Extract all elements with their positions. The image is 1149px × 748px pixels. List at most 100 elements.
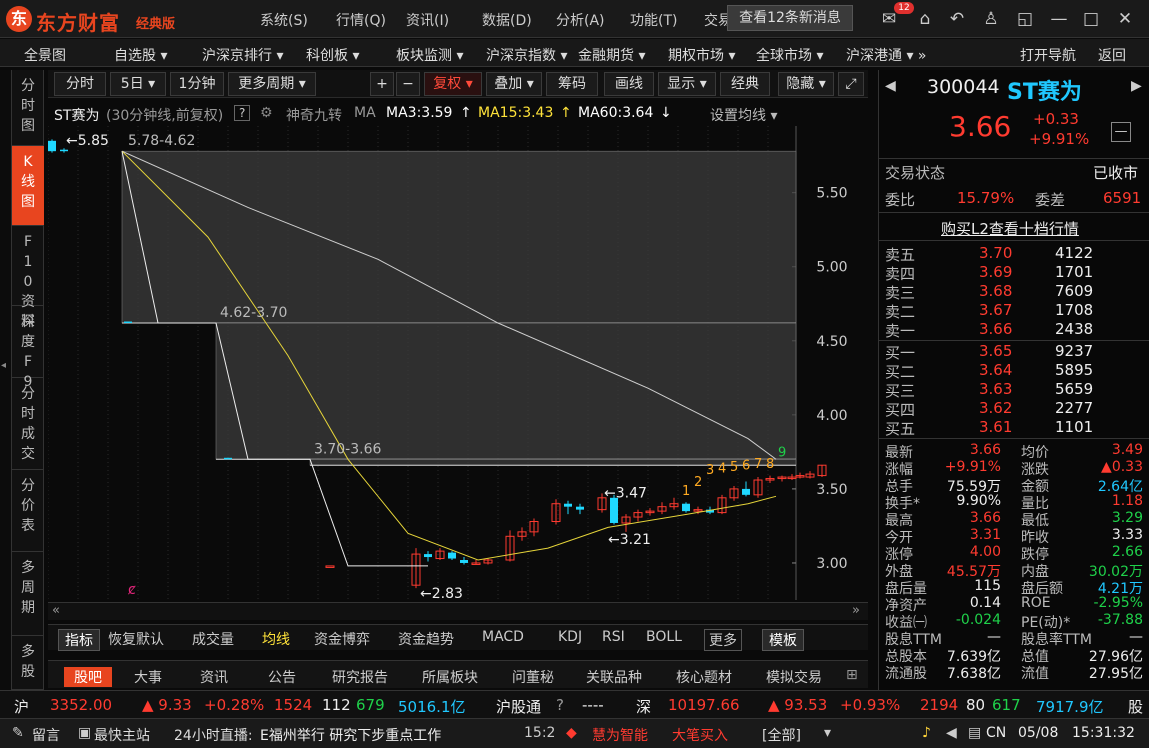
info-tab-4[interactable]: 研究报告 [332, 667, 388, 687]
toolbar-button-11[interactable]: 经典 [720, 72, 770, 96]
ma3-value: MA3:3.59 [386, 105, 453, 121]
toolbar-button-4[interactable]: + [370, 72, 394, 96]
info-tab-6[interactable]: 问董秘 [512, 667, 554, 687]
minimize-icon[interactable]: — [1048, 8, 1070, 30]
nav-item-5[interactable]: 沪深京指数 ▾ [486, 45, 567, 65]
sh-index[interactable]: 3352.00 [50, 696, 112, 714]
indicator-tab-7[interactable]: KDJ [558, 629, 582, 645]
hot-stock[interactable]: 慧为智能 [592, 725, 648, 745]
toolbar-button-13[interactable]: ⤢ [838, 72, 864, 96]
side-tab-3[interactable]: 深度F9 [12, 306, 44, 390]
info-tab-9[interactable]: 模拟交易 [766, 667, 822, 687]
message-icon[interactable]: ✎ [12, 725, 24, 741]
skin-icon[interactable]: ◱ [1014, 8, 1036, 30]
ma-settings[interactable]: 设置均线 ▾ [710, 105, 777, 125]
nav-item-3[interactable]: 科创板 ▾ [306, 45, 359, 65]
home-icon[interactable]: ⌂ [914, 8, 936, 30]
filter-all[interactable]: [全部] [762, 725, 801, 745]
maximize-icon[interactable]: □ [1080, 8, 1102, 30]
y-tick-label: 5.50 [816, 186, 847, 202]
collapse-button[interactable]: — [1111, 122, 1131, 142]
side-tab-5[interactable]: 分价表 [12, 470, 44, 552]
prev-stock-icon[interactable]: ◀ [885, 78, 896, 94]
l2-link[interactable]: 购买L2查看十档行情 [941, 218, 1079, 239]
live-news[interactable]: E福州举行 研究下步重点工作 [260, 725, 441, 745]
info-tab-7[interactable]: 关联品种 [586, 667, 642, 687]
indicator-tab-3[interactable]: 均线 [262, 629, 290, 649]
toolbar-button-1[interactable]: 5日 ▾ [110, 72, 166, 96]
message-link[interactable]: 留言 [32, 725, 60, 745]
menu-item-4[interactable]: 分析(A) [556, 10, 605, 30]
nav-item-1[interactable]: 自选股 ▾ [114, 45, 167, 65]
kline-chart[interactable]: 5.50 5.00 4.50 4.00 3.50 3.00 ←5.85 5.78-4.62 4.… [48, 126, 868, 600]
side-tab-7[interactable]: 多股 [12, 636, 44, 690]
lock-icon[interactable]: ▤ [968, 725, 981, 741]
scroll-left-icon[interactable]: « [52, 603, 60, 618]
scroll-right-icon[interactable]: » [852, 603, 860, 618]
info-tab-3[interactable]: 公告 [268, 667, 296, 687]
indicator-tab-8[interactable]: RSI [602, 629, 625, 645]
side-tab-1[interactable]: K线图 [12, 146, 44, 226]
indicator-tab-0[interactable]: 指标 [58, 629, 100, 651]
nav-item-0[interactable]: 全景图 [24, 45, 66, 65]
indicator-tab-1[interactable]: 恢复默认 [108, 629, 164, 649]
indicator-tab-9[interactable]: BOLL [646, 629, 682, 645]
nav-item-4[interactable]: 板块监测 ▾ [396, 45, 463, 65]
indicator-tab-6[interactable]: MACD [482, 629, 524, 645]
shirt-icon[interactable]: ♙ [980, 8, 1002, 30]
next-stock-icon[interactable]: ▶ [1131, 78, 1142, 94]
jiuzhuan-label[interactable]: 神奇九转 [286, 105, 342, 125]
side-tab-0[interactable]: 分时图 [12, 70, 44, 146]
indicator-tab-11[interactable]: 模板 [762, 629, 804, 651]
back-icon[interactable]: ↶ [946, 8, 968, 30]
gear-icon[interactable]: ⚙ [260, 105, 273, 121]
nav-item-8[interactable]: 全球市场 ▾ [756, 45, 823, 65]
indicator-tab-5[interactable]: 资金趋势 [398, 629, 454, 649]
nav-item-10[interactable]: 打开导航 [1020, 45, 1076, 65]
menu-item-3[interactable]: 数据(D) [482, 10, 532, 30]
help-icon[interactable]: ? [556, 696, 564, 714]
menu-item-2[interactable]: 资讯(I) [406, 10, 449, 30]
nav-item-7[interactable]: 期权市场 ▾ [668, 45, 735, 65]
toolbar-button-9[interactable]: 画线 [604, 72, 654, 96]
menu-item-0[interactable]: 系统(S) [260, 10, 308, 30]
nav-item-9[interactable]: 沪深港通 ▾ » [846, 45, 927, 65]
nav-item-2[interactable]: 沪深京排行 ▾ [202, 45, 283, 65]
bell-icon[interactable]: ♪ [922, 725, 931, 741]
nav-item-11[interactable]: 返回 [1098, 45, 1126, 65]
toolbar-button-0[interactable]: 分时 [54, 72, 106, 96]
toolbar-button-3[interactable]: 更多周期 ▾ [228, 72, 316, 96]
ex-rights-icon[interactable]: ȼ [128, 582, 136, 598]
expand-arrow-icon[interactable]: ◂ [1, 360, 6, 371]
side-tab-2[interactable]: F10资料 [12, 226, 44, 330]
speaker-icon[interactable]: ◀ [946, 725, 957, 741]
news-button[interactable]: 查看12条新消息 [727, 5, 853, 31]
chart-scrollbar[interactable]: « » [48, 602, 868, 620]
indicator-tab-4[interactable]: 资金博弈 [314, 629, 370, 649]
info-tab-8[interactable]: 核心题材 [676, 667, 732, 687]
toolbar-button-8[interactable]: 筹码 [546, 72, 598, 96]
toolbar-button-7[interactable]: 叠加 ▾ [486, 72, 542, 96]
info-tab-1[interactable]: 大事 [134, 667, 162, 687]
sz-index[interactable]: 10197.66 [668, 696, 740, 714]
menu-item-1[interactable]: 行情(Q) [336, 10, 386, 30]
menu-item-5[interactable]: 功能(T) [630, 10, 677, 30]
indicator-tab-10[interactable]: 更多 [704, 629, 742, 651]
side-tab-6[interactable]: 多周期 [12, 552, 44, 636]
toolbar-button-12[interactable]: 隐藏 ▾ [778, 72, 834, 96]
expand-icon[interactable]: ⊞ [846, 667, 858, 683]
help-button[interactable]: ? [234, 105, 251, 121]
side-tab-4[interactable]: 分时成交 [12, 378, 44, 470]
dropdown-icon[interactable]: ▾ [824, 725, 831, 741]
info-tab-0[interactable]: 股吧 [64, 667, 112, 687]
info-tab-2[interactable]: 资讯 [200, 667, 228, 687]
server-link[interactable]: 最快主站 [94, 725, 150, 745]
indicator-tab-2[interactable]: 成交量 [192, 629, 234, 649]
toolbar-button-2[interactable]: 1分钟 [170, 72, 224, 96]
info-tab-5[interactable]: 所属板块 [422, 667, 478, 687]
nav-item-6[interactable]: 金融期货 ▾ [578, 45, 645, 65]
close-icon[interactable]: ✕ [1114, 8, 1136, 30]
toolbar-button-6[interactable]: 复权 ▾ [424, 72, 482, 96]
toolbar-button-10[interactable]: 显示 ▾ [658, 72, 716, 96]
toolbar-button-5[interactable]: − [396, 72, 420, 96]
